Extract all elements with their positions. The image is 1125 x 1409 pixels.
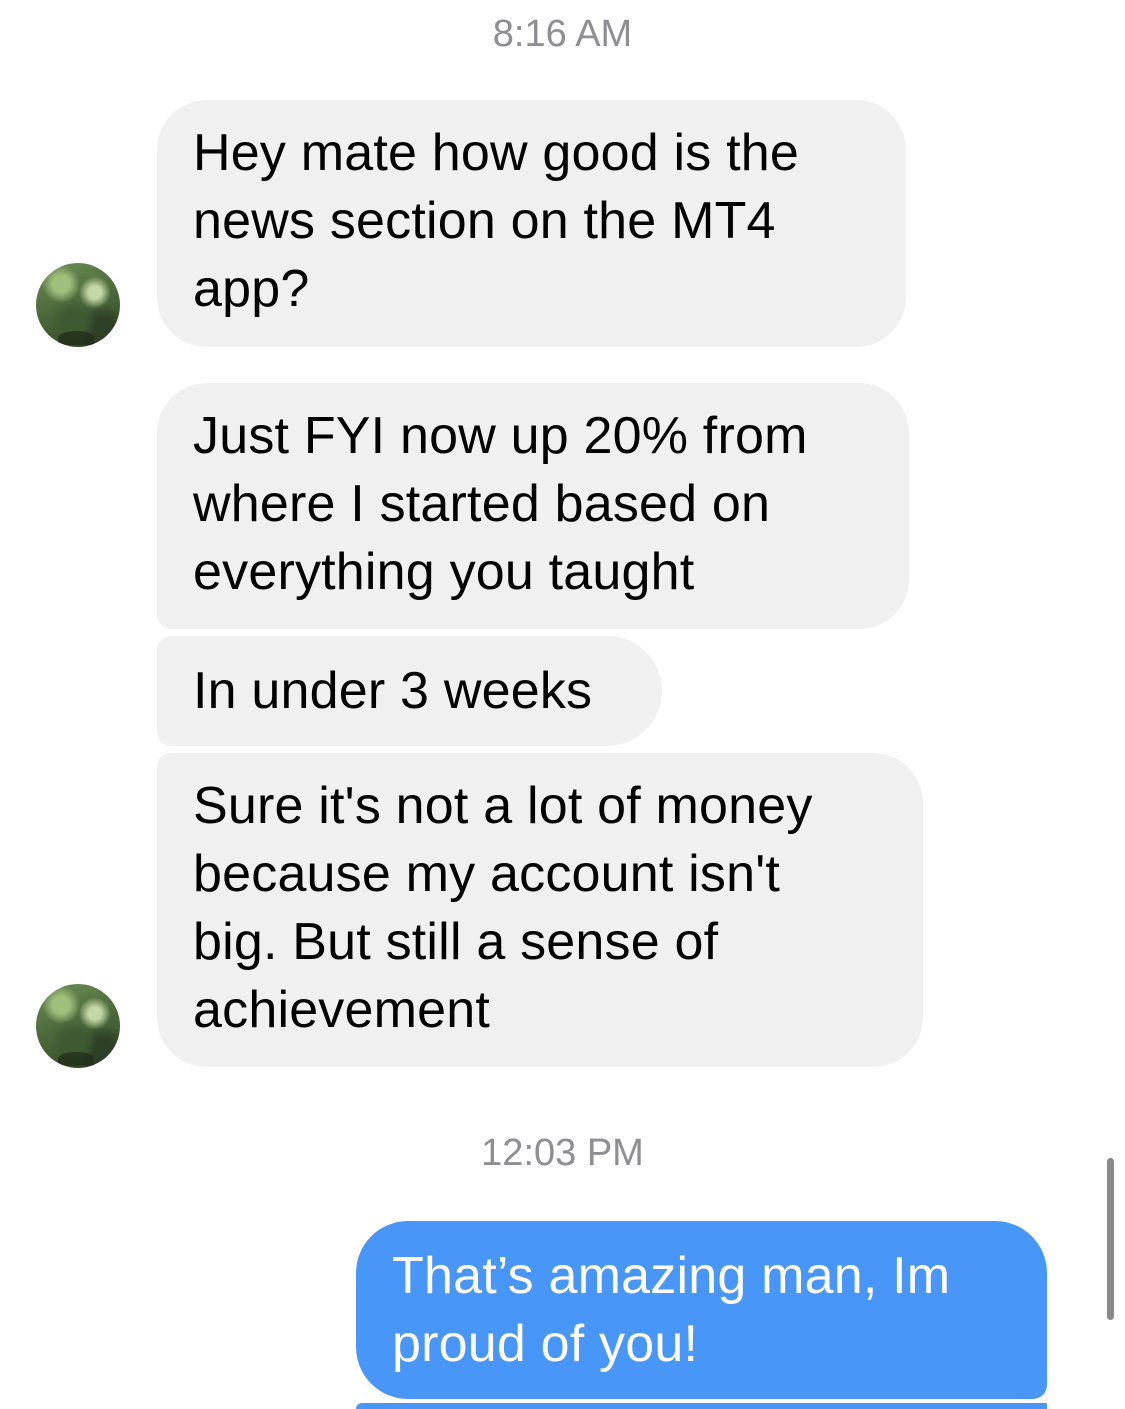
contact-avatar[interactable] bbox=[36, 984, 120, 1068]
contact-avatar[interactable] bbox=[36, 263, 120, 347]
incoming-message-bubble[interactable]: Hey mate how good is the news section on… bbox=[157, 100, 906, 347]
outgoing-message-bubble[interactable]: That’s amazing man, Im proud of you! bbox=[356, 1221, 1047, 1399]
outgoing-message-bubble-partial[interactable] bbox=[356, 1403, 1047, 1409]
timestamp-divider: 8:16 AM bbox=[492, 13, 633, 55]
timestamp-divider: 12:03 PM bbox=[481, 1132, 644, 1174]
incoming-message-bubble[interactable]: Just FYI now up 20% from where I started… bbox=[157, 383, 909, 629]
scroll-indicator[interactable] bbox=[1107, 1158, 1114, 1320]
incoming-message-bubble[interactable]: In under 3 weeks bbox=[157, 636, 662, 746]
incoming-message-bubble[interactable]: Sure it's not a lot of money because my … bbox=[157, 753, 923, 1067]
